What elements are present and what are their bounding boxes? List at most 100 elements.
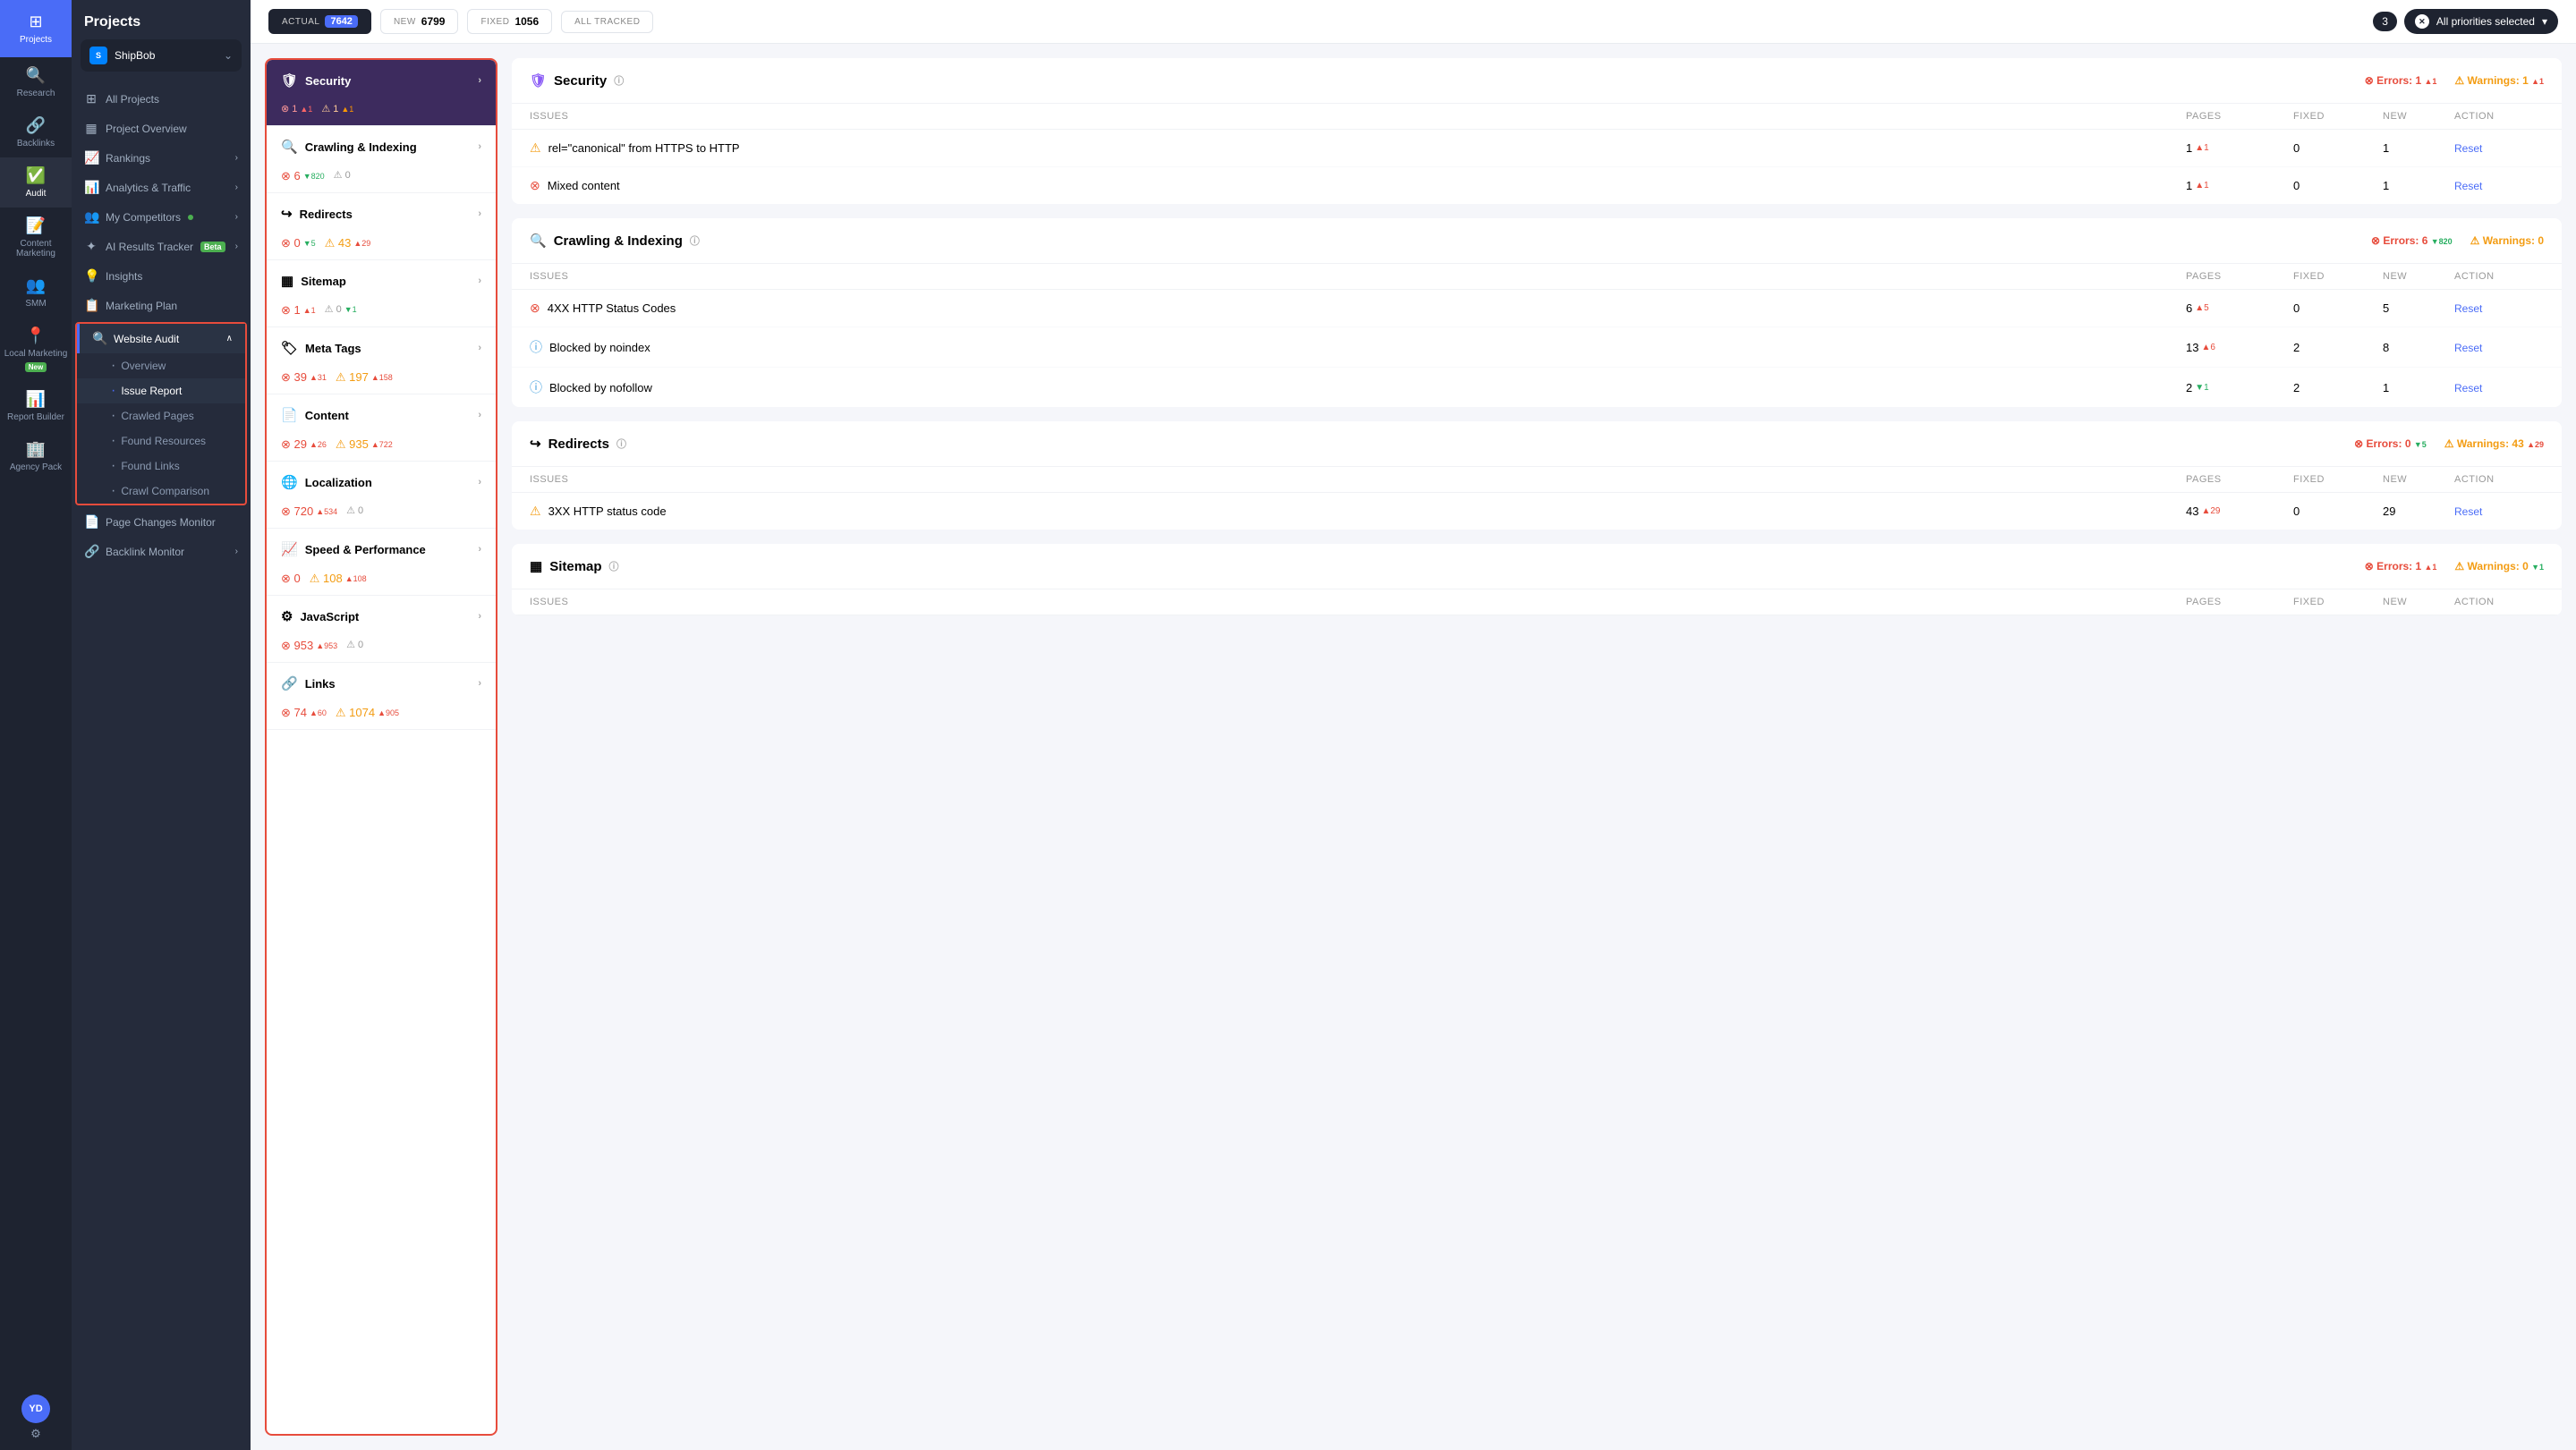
sidebar-smm-label: SMM bbox=[25, 299, 46, 309]
reset-button[interactable]: Reset bbox=[2454, 382, 2482, 394]
security-warning-stat: ⚠ Warnings: 1 ▲1 bbox=[2454, 74, 2544, 87]
page-changes-label: Page Changes Monitor bbox=[106, 516, 216, 529]
settings-icon[interactable]: ⚙ bbox=[30, 1427, 41, 1441]
subnav-found-resources[interactable]: Found Resources bbox=[77, 428, 245, 454]
sidebar-item-website-audit[interactable]: 🔍 Website Audit ∧ bbox=[77, 324, 245, 353]
sitemap-chevron: › bbox=[478, 276, 481, 286]
issue-category-security[interactable]: 🛡 Security › ⊗ 1 ▲1 ⚠ 1 ▲1 bbox=[267, 60, 496, 126]
issue-category-sitemap[interactable]: ▦ Sitemap › ⊗ 1 ▲1 ⚠ 0 ▼1 bbox=[267, 260, 496, 327]
crawling-cat-header[interactable]: 🔍 Crawling & Indexing › bbox=[267, 126, 496, 167]
subnav-found-links[interactable]: Found Links bbox=[77, 454, 245, 479]
sidebar-item-rankings[interactable]: 📈 Rankings › bbox=[72, 143, 251, 173]
sidebar-item-my-competitors[interactable]: 👥 My Competitors › bbox=[72, 202, 251, 232]
sidebar-item-smm[interactable]: 👥 SMM bbox=[0, 267, 72, 318]
col-pages: PAGES bbox=[2186, 111, 2293, 122]
sidebar-item-local-marketing[interactable]: 📍 Local Marketing New bbox=[0, 318, 72, 381]
sitemap-cat-header[interactable]: ▦ Sitemap › bbox=[267, 260, 496, 301]
sidebar-item-agency-pack[interactable]: 🏢 Agency Pack bbox=[0, 431, 72, 481]
redirects-info-icon[interactable]: ⓘ bbox=[616, 437, 626, 451]
issue-category-links[interactable]: 🔗 Links › ⊗ 74 ▲60 ⚠ 1074 ▲905 bbox=[267, 663, 496, 730]
issue-category-meta-tags[interactable]: 🏷 Meta Tags › ⊗ 39 ▲31 ⚠ 197 ▲158 bbox=[267, 327, 496, 394]
stat-all-tracked[interactable]: ALL TRACKED bbox=[561, 11, 653, 33]
priority-filter[interactable]: ✕ All priorities selected ▾ bbox=[2404, 9, 2558, 34]
col-pages: PAGES bbox=[2186, 271, 2293, 282]
table-row: ⚠ rel="canonical" from HTTPS to HTTP 1 ▲… bbox=[512, 130, 2562, 167]
sidebar-item-content-marketing[interactable]: 📝 Content Marketing bbox=[0, 208, 72, 267]
javascript-cat-header[interactable]: ⚙ JavaScript › bbox=[267, 596, 496, 637]
redirects-cat-header[interactable]: ↪ Redirects › bbox=[267, 193, 496, 234]
security-warnings: ⚠ 1 ▲1 bbox=[321, 103, 353, 114]
issue-category-redirects[interactable]: ↪ Redirects › ⊗ 0 ▼5 ⚠ 43 ▲29 bbox=[267, 193, 496, 260]
reset-button[interactable]: Reset bbox=[2454, 302, 2482, 315]
sidebar-item-projects[interactable]: ⊞ Projects bbox=[0, 0, 72, 57]
new-value: 1 bbox=[2383, 179, 2454, 192]
reset-button[interactable]: Reset bbox=[2454, 180, 2482, 192]
smm-icon: 👥 bbox=[26, 276, 46, 295]
table-row: ⓘ Blocked by noindex 13 ▲6 2 8 Reset bbox=[512, 327, 2562, 368]
sidebar-item-backlinks[interactable]: 🔗 Backlinks bbox=[0, 107, 72, 157]
sidebar-item-ai-results[interactable]: ✦ AI Results Tracker Beta › bbox=[72, 232, 251, 261]
issue-category-content[interactable]: 📄 Content › ⊗ 29 ▲26 ⚠ 935 ▲722 bbox=[267, 394, 496, 462]
new-value: 1 bbox=[2383, 141, 2454, 155]
warn-icon: ⚠ bbox=[530, 504, 541, 519]
reset-button[interactable]: Reset bbox=[2454, 142, 2482, 155]
subnav-issue-report[interactable]: Issue Report bbox=[77, 378, 245, 403]
sidebar-avatar[interactable]: YD ⚙ bbox=[0, 1386, 72, 1450]
project-selector[interactable]: S ShipBob ⌄ bbox=[81, 39, 242, 72]
avatar[interactable]: YD bbox=[21, 1395, 50, 1423]
crawling-info-icon[interactable]: ⓘ bbox=[690, 233, 700, 248]
subnav-crawled-pages[interactable]: Crawled Pages bbox=[77, 403, 245, 428]
redirects-chevron: › bbox=[478, 208, 481, 219]
sitemap-info-icon[interactable]: ⓘ bbox=[609, 559, 619, 573]
redirects-warning-stat: ⚠ Warnings: 43 ▲29 bbox=[2444, 437, 2544, 450]
col-action: ACTION bbox=[2454, 111, 2544, 122]
crawling-section-label: Crawling & Indexing bbox=[554, 233, 683, 249]
sidebar-item-all-projects[interactable]: ⊞ All Projects bbox=[72, 84, 251, 114]
issue-category-javascript[interactable]: ⚙ JavaScript › ⊗ 953 ▲953 ⚠ 0 bbox=[267, 596, 496, 663]
localization-cat-header[interactable]: 🌐 Localization › bbox=[267, 462, 496, 503]
priority-clear-btn[interactable]: ✕ bbox=[2415, 14, 2429, 29]
rankings-icon: 📈 bbox=[84, 150, 98, 165]
sidebar-item-marketing-plan[interactable]: 📋 Marketing Plan bbox=[72, 291, 251, 320]
reset-button[interactable]: Reset bbox=[2454, 342, 2482, 354]
stat-fixed[interactable]: FIXED 1056 bbox=[467, 9, 552, 34]
sidebar-item-page-changes[interactable]: 📄 Page Changes Monitor bbox=[72, 507, 251, 537]
subnav-crawl-comparison[interactable]: Crawl Comparison bbox=[77, 479, 245, 504]
localization-warnings: ⚠ 0 bbox=[346, 505, 363, 519]
links-cat-header[interactable]: 🔗 Links › bbox=[267, 663, 496, 704]
crawling-section-header: 🔍 Crawling & Indexing ⓘ ⊗ Errors: 6 ▼820… bbox=[512, 218, 2562, 264]
sidebar-item-research[interactable]: 🔍 Research bbox=[0, 57, 72, 107]
speed-cat-header[interactable]: 📈 Speed & Performance › bbox=[267, 529, 496, 570]
sidebar-item-analytics-traffic[interactable]: 📊 Analytics & Traffic › bbox=[72, 173, 251, 202]
col-fixed: FIXED bbox=[2293, 474, 2383, 485]
meta-tags-cat-header[interactable]: 🏷 Meta Tags › bbox=[267, 327, 496, 369]
priority-label: All priorities selected bbox=[2436, 15, 2535, 28]
redirects-errors: ⊗ 0 ▼5 bbox=[281, 236, 316, 250]
stat-new[interactable]: NEW 6799 bbox=[380, 9, 459, 34]
issue-category-crawling[interactable]: 🔍 Crawling & Indexing › ⊗ 6 ▼820 ⚠ 0 bbox=[267, 126, 496, 193]
sitemap-cat-label: Sitemap bbox=[301, 275, 346, 288]
table-row: ⓘ Blocked by nofollow 2 ▼1 2 1 Reset bbox=[512, 368, 2562, 407]
sidebar-item-backlink-monitor[interactable]: 🔗 Backlink Monitor › bbox=[72, 537, 251, 566]
error-icon: ⊗ bbox=[530, 178, 540, 193]
project-name: ShipBob bbox=[115, 49, 155, 62]
security-cat-header[interactable]: 🛡 Security › bbox=[267, 60, 496, 101]
sidebar-projects-label: Projects bbox=[20, 35, 52, 45]
sidebar-item-insights[interactable]: 💡 Insights bbox=[72, 261, 251, 291]
fixed-label: FIXED bbox=[480, 17, 509, 27]
stat-actual[interactable]: ACTUAL 7642 bbox=[268, 9, 371, 34]
issue-category-localization[interactable]: 🌐 Localization › ⊗ 720 ▲534 ⚠ 0 bbox=[267, 462, 496, 529]
issue-text: 4XX HTTP Status Codes bbox=[548, 301, 676, 315]
security-info-icon[interactable]: ⓘ bbox=[614, 73, 624, 88]
sitemap-error-stat: ⊗ Errors: 1 ▲1 bbox=[2365, 560, 2437, 572]
sidebar-item-project-overview[interactable]: ▦ Project Overview bbox=[72, 114, 251, 143]
javascript-cat-label: JavaScript bbox=[300, 610, 359, 623]
crawling-warning-stat: ⚠ Warnings: 0 bbox=[2470, 234, 2544, 247]
content-cat-header[interactable]: 📄 Content › bbox=[267, 394, 496, 436]
sidebar-item-audit[interactable]: ✅ Audit bbox=[0, 157, 72, 208]
issue-category-speed[interactable]: 📈 Speed & Performance › ⊗ 0 ⚠ 108 ▲108 bbox=[267, 529, 496, 596]
website-audit-label: Website Audit bbox=[114, 333, 179, 345]
sidebar-item-report-builder[interactable]: 📊 Report Builder bbox=[0, 381, 72, 431]
reset-button[interactable]: Reset bbox=[2454, 505, 2482, 518]
subnav-overview[interactable]: Overview bbox=[77, 353, 245, 378]
